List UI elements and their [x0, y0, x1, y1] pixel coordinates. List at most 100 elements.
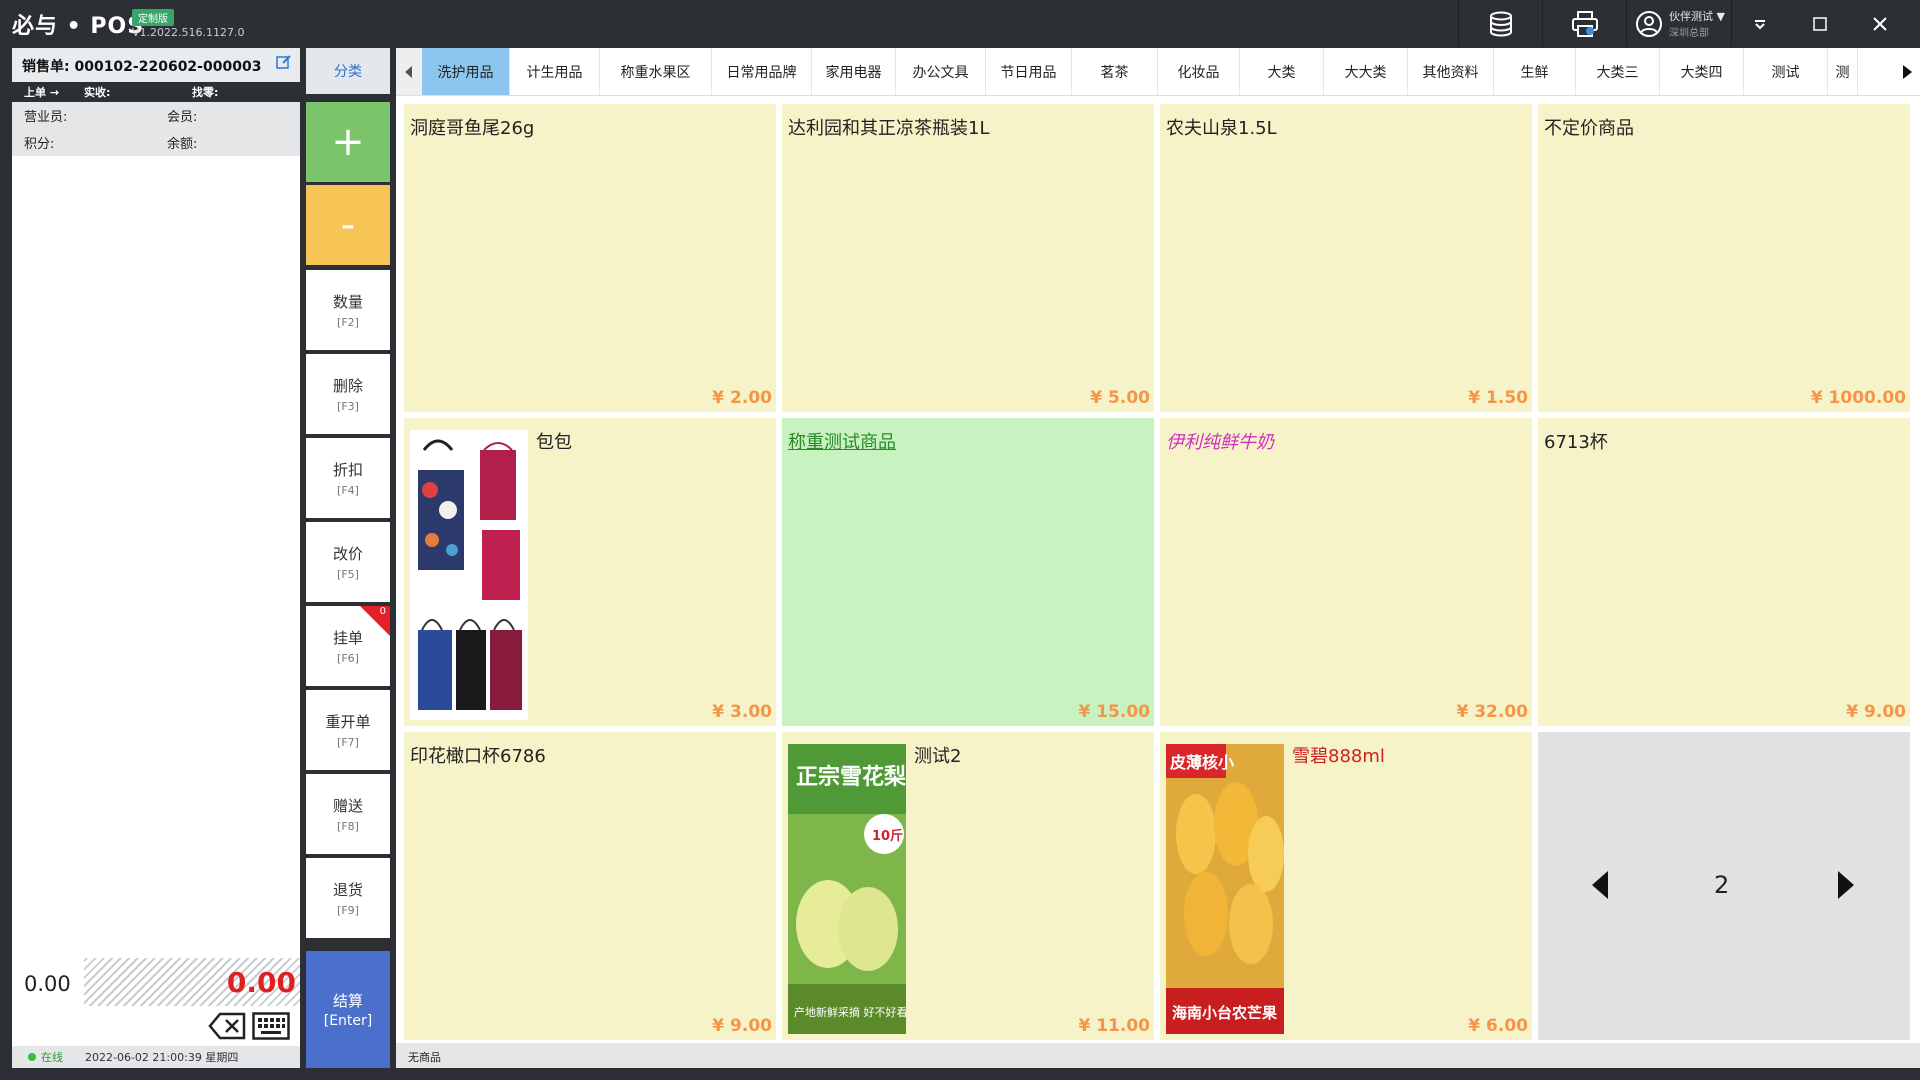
product-card[interactable]: 洞庭哥鱼尾26g ¥ 2.00 — [404, 104, 776, 412]
member-label: 会员: — [167, 110, 198, 125]
tab-category[interactable]: 大类三 — [1576, 48, 1660, 95]
title-bar: 必与 • POS 定制版 V1.2022.516.1127.0 伙伴测试 ▼ 深… — [0, 0, 1920, 47]
discount-button[interactable]: 折扣 [F4] — [306, 438, 390, 518]
tab-category[interactable]: 办公文具 — [896, 48, 986, 95]
tab-category[interactable]: 大类四 — [1660, 48, 1744, 95]
product-price: ¥ 1000.00 — [1810, 388, 1906, 408]
tab-category[interactable]: 大类 — [1240, 48, 1324, 95]
gift-label: 赠送 — [332, 797, 363, 815]
product-card[interactable]: 称重测试商品 ¥ 15.00 — [782, 418, 1154, 726]
product-card[interactable]: 6713杯 ¥ 9.00 — [1538, 418, 1910, 726]
product-name: 雪碧888ml — [1292, 746, 1385, 767]
user-avatar-icon — [1636, 10, 1662, 37]
product-image: 正宗雪花梨 10斤 产地新鲜采摘 好不好看评价 — [788, 744, 930, 1034]
close-button[interactable] — [1850, 0, 1910, 47]
last-order-label: 上单 → — [24, 86, 60, 99]
tab-category[interactable]: 其他资料 — [1408, 48, 1494, 95]
checkout-label: 结算 — [332, 992, 363, 1010]
svg-text:正宗雪花梨: 正宗雪花梨 — [796, 764, 906, 790]
product-name: 达利园和其正凉茶瓶装1L — [788, 118, 990, 139]
tabs-scroll-right[interactable] — [1894, 48, 1920, 95]
product-card[interactable]: 皮薄核小 海南小台农芒果 雪碧888ml ¥ 6.00 — [1160, 732, 1532, 1040]
decrease-button[interactable]: - — [306, 185, 390, 265]
delete-button[interactable]: 删除 [F3] — [306, 354, 390, 434]
tab-category[interactable]: 计生用品 — [510, 48, 600, 95]
total-area: 0.00 0.00 — [12, 958, 300, 1006]
product-price: ¥ 1.50 — [1468, 388, 1528, 408]
tab-category[interactable]: 节日用品 — [986, 48, 1072, 95]
product-card[interactable]: 不定价商品 ¥ 1000.00 — [1538, 104, 1910, 412]
product-card[interactable]: 正宗雪花梨 10斤 产地新鲜采摘 好不好看评价 测试2 ¥ 11.00 — [782, 732, 1154, 1040]
category-tabs: 洗护用品 计生用品 称重水果区 日常用品牌 家用电器 办公文具 节日用品 茗茶 化妆品 大类 大大类… — [396, 48, 1920, 96]
tab-category[interactable]: 家用电器 — [812, 48, 896, 95]
database-icon — [1489, 11, 1512, 37]
product-card[interactable]: 达利园和其正凉茶瓶装1L ¥ 5.00 — [782, 104, 1154, 412]
online-status: 在线 — [41, 1051, 63, 1064]
amount-total: 0.00 — [226, 966, 296, 999]
svg-text:海南小台农芒果: 海南小台农芒果 — [1172, 1004, 1278, 1022]
gift-button[interactable]: 赠送 [F8] — [306, 774, 390, 854]
datetime: 2022-06-02 21:00:39 星期四 — [85, 1051, 239, 1064]
database-button[interactable] — [1458, 0, 1542, 47]
reopen-order-button[interactable]: 重开单 [F7] — [306, 690, 390, 770]
maximize-button[interactable] — [1790, 0, 1850, 47]
quantity-shortcut: [F2] — [337, 316, 359, 329]
keyboard-icon[interactable] — [252, 1012, 290, 1040]
product-price: ¥ 6.00 — [1468, 1016, 1528, 1036]
reprice-shortcut: [F5] — [337, 568, 359, 581]
product-card[interactable]: 伊利纯鲜牛奶 ¥ 32.00 — [1160, 418, 1532, 726]
tab-category[interactable]: 测 — [1828, 48, 1858, 95]
product-name: 印花橄口杯6786 — [410, 746, 546, 767]
product-price: ¥ 9.00 — [712, 1016, 772, 1036]
edit-icon[interactable] — [276, 54, 292, 74]
return-button[interactable]: 退货 [F9] — [306, 858, 390, 938]
product-price: ¥ 3.00 — [712, 702, 772, 722]
svg-text:10斤: 10斤 — [872, 828, 903, 844]
backspace-icon[interactable] — [208, 1012, 246, 1040]
delete-shortcut: [F3] — [337, 400, 359, 413]
reprice-button[interactable]: 改价 [F5] — [306, 522, 390, 602]
cashier-row: 营业员: 会员: — [12, 102, 300, 129]
tabs-scroll-left[interactable] — [396, 48, 422, 95]
points-row: 积分: 余额: — [12, 129, 300, 156]
product-card[interactable]: 包包 ¥ 3.00 — [404, 418, 776, 726]
product-price: ¥ 2.00 — [712, 388, 772, 408]
tab-category[interactable]: 化妆品 — [1158, 48, 1240, 95]
hold-order-button[interactable]: 0 挂单 [F6] — [306, 606, 390, 686]
app-logo: 必与 • POS — [12, 14, 145, 39]
next-page-icon[interactable] — [1838, 871, 1854, 899]
tab-category[interactable]: 洗护用品 — [422, 48, 510, 95]
quantity-button[interactable]: 数量 [F2] — [306, 270, 390, 350]
product-price: ¥ 15.00 — [1078, 702, 1150, 722]
product-card[interactable]: 农夫山泉1.5L ¥ 1.50 — [1160, 104, 1532, 412]
product-image — [410, 430, 528, 720]
collapse-button[interactable] — [1730, 0, 1790, 47]
close-icon — [1873, 16, 1887, 31]
tab-category[interactable]: 测试 — [1744, 48, 1828, 95]
order-item-list[interactable] — [12, 156, 300, 958]
tab-category[interactable]: 大大类 — [1324, 48, 1408, 95]
hold-label: 挂单 — [332, 629, 363, 647]
caret-left-icon — [405, 66, 412, 78]
product-image: 皮薄核小 海南小台农芒果 — [1166, 744, 1284, 1034]
user-org: 深圳总部 — [1669, 28, 1709, 39]
grid-status: 无商品 — [396, 1043, 1920, 1068]
printer-button[interactable] — [1542, 0, 1626, 47]
category-button[interactable]: 分类 — [306, 48, 390, 94]
product-name: 农夫山泉1.5L — [1166, 118, 1277, 139]
tab-category[interactable]: 称重水果区 — [600, 48, 712, 95]
tab-category[interactable]: 生鲜 — [1494, 48, 1576, 95]
prev-page-icon[interactable] — [1592, 871, 1608, 899]
tab-category[interactable]: 日常用品牌 — [712, 48, 812, 95]
increase-button[interactable]: + — [306, 102, 390, 182]
product-name: 不定价商品 — [1544, 118, 1634, 139]
checkout-button[interactable]: 结算 [Enter] — [306, 951, 390, 1068]
gift-shortcut: [F8] — [337, 820, 359, 833]
tab-category[interactable]: 茗茶 — [1072, 48, 1158, 95]
product-name: 6713杯 — [1544, 432, 1608, 453]
change-label: 找零: — [192, 86, 219, 99]
product-name: 洞庭哥鱼尾26g — [410, 118, 535, 139]
version-label: V1.2022.516.1127.0 — [132, 26, 245, 39]
product-card[interactable]: 印花橄口杯6786 ¥ 9.00 — [404, 732, 776, 1040]
user-menu-button[interactable]: 伙伴测试 ▼ 深圳总部 — [1626, 0, 1732, 47]
